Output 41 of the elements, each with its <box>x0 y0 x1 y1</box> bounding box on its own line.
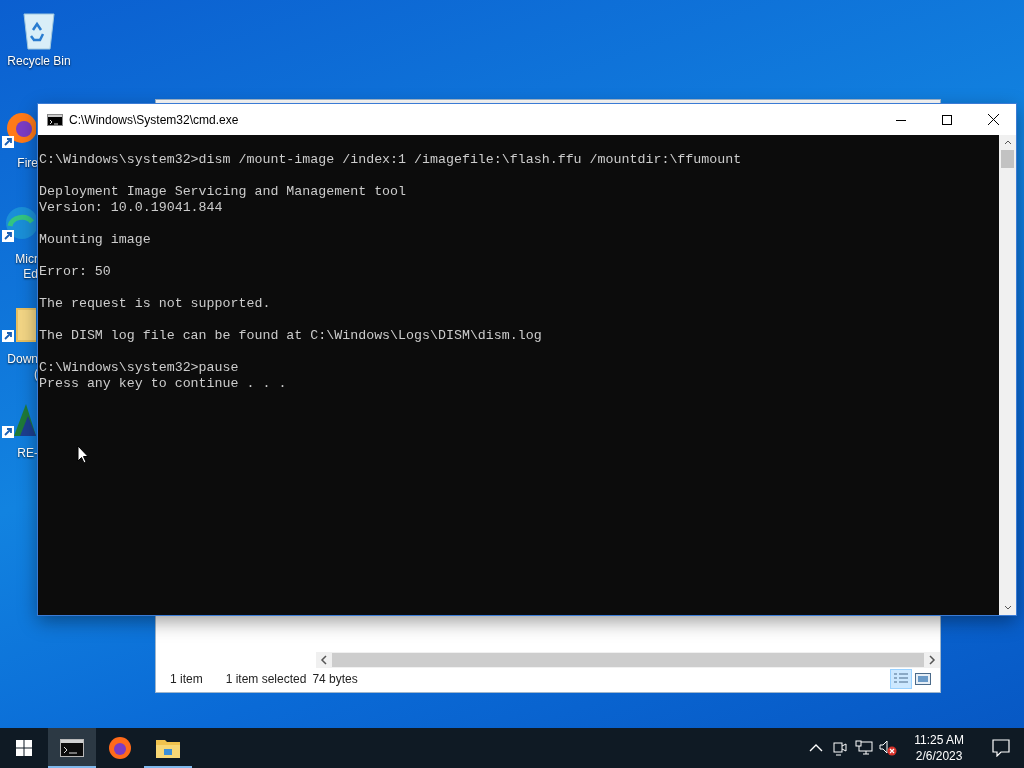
console-line: C:\Windows\system32>dism /mount-image /index:1 /imagefile:\flash.ffu /mountdir:\ffumount <box>39 152 743 168</box>
chevron-up-icon <box>809 744 824 752</box>
preview-view-icon <box>915 672 931 686</box>
folder-icon <box>156 738 180 758</box>
horizontal-scrollbar[interactable] <box>316 652 940 668</box>
clock[interactable]: 11:25 AM 2/6/2023 <box>904 728 974 768</box>
network-icon <box>855 740 874 756</box>
console-line: Error: 50 <box>39 264 112 280</box>
console-line: The request is not supported. <box>39 296 272 312</box>
firefox-icon <box>2 110 36 150</box>
scrollbar-thumb[interactable] <box>1001 150 1014 168</box>
status-text: 1 item <box>170 672 203 686</box>
icon-label: Recycle Bin <box>7 54 71 69</box>
terminal-icon <box>60 739 84 757</box>
console-line: The DISM log file can be found at C:\Windows\Logs\DISM\dism.log <box>39 328 543 344</box>
mouse-pointer-icon <box>77 445 89 464</box>
console-line: Mounting image <box>39 232 152 248</box>
volume-muted-icon <box>879 740 898 756</box>
details-view-icon <box>893 672 909 686</box>
icon-label: Micr <box>15 252 38 267</box>
firefox-icon <box>108 736 132 760</box>
vertical-scrollbar[interactable] <box>999 135 1016 615</box>
maximize-icon <box>942 114 952 125</box>
icon-label: RE- <box>17 446 38 461</box>
windows-logo-icon <box>16 740 32 756</box>
scrollbar-thumb[interactable] <box>332 653 924 667</box>
status-text: 74 bytes <box>312 672 358 686</box>
status-text: 1 item selected <box>225 672 307 686</box>
taskbar-app-button[interactable] <box>48 728 96 768</box>
notification-icon <box>992 739 1010 757</box>
camera-icon <box>833 740 848 756</box>
icon-label: Ed <box>23 267 38 282</box>
icon-label: Down <box>7 352 38 367</box>
console-line: Press any key to continue . . . <box>39 376 288 392</box>
console-line: Deployment Image Servicing and Management tool <box>39 184 408 200</box>
console-line: C:\Windows\system32>pause <box>39 360 240 376</box>
icon-label: Fire <box>17 156 38 171</box>
close-icon <box>987 114 999 125</box>
console-line: Version: 10.0.19041.844 <box>39 200 224 216</box>
window-title: C:\Windows\System32\cmd.exe <box>69 112 240 127</box>
console-icon <box>47 113 63 126</box>
